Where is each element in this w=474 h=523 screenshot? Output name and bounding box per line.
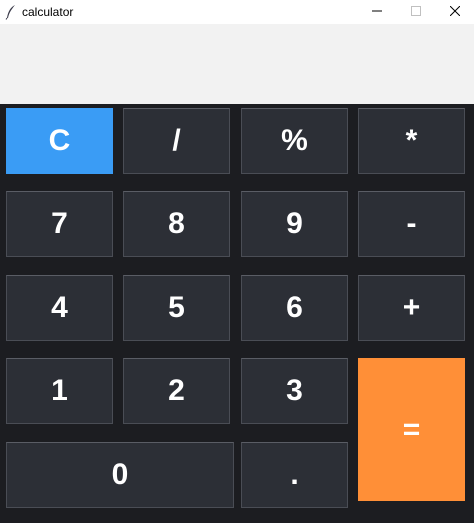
title-bar: calculator <box>0 0 474 24</box>
multiply-button[interactable]: * <box>358 108 465 174</box>
digit-0-button[interactable]: 0 <box>6 442 234 508</box>
plus-button[interactable]: + <box>358 275 465 341</box>
close-icon <box>449 3 461 21</box>
close-button[interactable] <box>436 0 474 24</box>
digit-7-button[interactable]: 7 <box>6 191 113 257</box>
digit-4-button[interactable]: 4 <box>6 275 113 341</box>
feather-icon <box>5 4 17 20</box>
equals-button[interactable]: = <box>358 358 465 501</box>
result-display <box>0 24 474 104</box>
keypad: C / % * 7 8 9 - 4 5 6 + 1 2 3 = 0 . <box>0 104 474 523</box>
maximize-icon <box>411 3 421 21</box>
digit-8-button[interactable]: 8 <box>123 191 230 257</box>
decimal-button[interactable]: . <box>241 442 348 508</box>
digit-3-button[interactable]: 3 <box>241 358 348 424</box>
digit-9-button[interactable]: 9 <box>241 191 348 257</box>
minimize-icon <box>372 3 382 21</box>
divide-button[interactable]: / <box>123 108 230 174</box>
window-title: calculator <box>22 5 74 19</box>
minimize-button[interactable] <box>358 0 396 24</box>
digit-1-button[interactable]: 1 <box>6 358 113 424</box>
minus-button[interactable]: - <box>358 191 465 257</box>
digit-5-button[interactable]: 5 <box>123 275 230 341</box>
maximize-button[interactable] <box>397 0 435 24</box>
digit-6-button[interactable]: 6 <box>241 275 348 341</box>
digit-2-button[interactable]: 2 <box>123 358 230 424</box>
clear-button[interactable]: C <box>6 108 113 174</box>
percent-button[interactable]: % <box>241 108 348 174</box>
